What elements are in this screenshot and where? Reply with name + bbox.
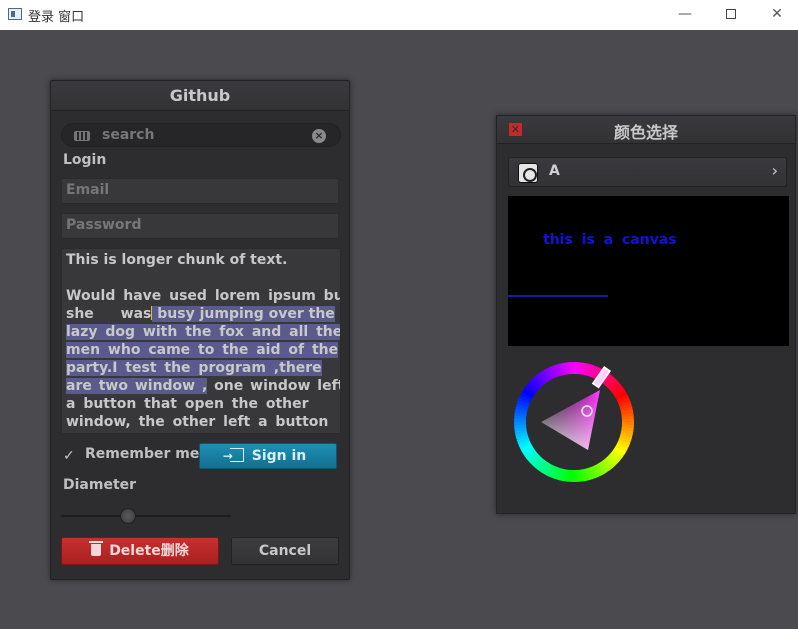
hue-segment [570, 362, 575, 375]
hue-segment [573, 469, 578, 482]
color-wheel[interactable] [513, 361, 635, 483]
login-label: Login [63, 152, 107, 168]
color-selector-row[interactable]: A › [508, 157, 787, 187]
search-input[interactable]: search × [61, 123, 341, 147]
clear-icon[interactable]: × [312, 129, 326, 143]
password-field[interactable]: Password [61, 213, 339, 239]
delete-button[interactable]: Delete删除 [61, 537, 219, 565]
color-picker-header[interactable]: ✕ 颜色选择 [497, 116, 795, 144]
cancel-button[interactable]: Cancel [231, 537, 339, 565]
search-placeholder: search [102, 127, 155, 143]
signin-label: Sign in [251, 448, 307, 464]
text-line: window, the other left a button [66, 414, 329, 430]
delete-label: Delete删除 [109, 543, 189, 559]
diameter-slider-track[interactable] [61, 515, 231, 517]
signin-button[interactable]: Sign in [199, 443, 337, 469]
keyboard-icon [74, 131, 90, 141]
text-line: party.I test the program ,there [66, 360, 322, 376]
remember-checkbox[interactable]: ✓ [63, 449, 77, 463]
diameter-slider-handle[interactable] [120, 508, 136, 524]
trash-icon [89, 541, 104, 556]
maximize-button[interactable] [708, 0, 754, 30]
app-icon [8, 8, 22, 20]
text-line: lazy dog with the fox and all the [66, 324, 341, 340]
chevron-right-icon: › [771, 161, 778, 180]
login-panel-header[interactable]: Github [51, 81, 349, 111]
hue-segment [621, 418, 634, 423]
text-line: This is longer chunk of text. [66, 252, 288, 268]
remember-label: Remember me [85, 446, 200, 462]
window-title: 登录 窗口 [28, 10, 85, 25]
color-selector-label: A [549, 163, 560, 179]
canvas-text: this is a canvas [543, 232, 677, 248]
window-titlebar: 登录 窗口 — ✕ [0, 0, 798, 30]
text-line [66, 269, 336, 287]
minimize-button[interactable]: — [662, 0, 708, 30]
text-line: she was busy jumping over the [66, 306, 335, 322]
text-area[interactable]: This is longer chunk of text. Would have… [61, 248, 341, 434]
text-line: a button that open the other [66, 396, 309, 412]
canvas-line [508, 295, 608, 297]
login-panel: Github search × Login Email Password Thi… [50, 80, 350, 580]
email-field[interactable]: Email [61, 178, 339, 204]
color-picker-title: 颜色选择 [613, 123, 678, 142]
diameter-label: Diameter [63, 477, 137, 493]
hue-segment [514, 421, 527, 426]
maximize-icon [726, 9, 736, 19]
text-line: Would have used lorem ipsum but [66, 288, 341, 304]
close-window-button[interactable]: ✕ [754, 0, 798, 30]
drawing-canvas[interactable]: this is a canvas [508, 196, 789, 346]
login-panel-title: Github [169, 86, 231, 105]
text-line: men who came to the aid of the [66, 342, 339, 358]
color-picker-panel: ✕ 颜色选择 A › this is a canvas [496, 115, 796, 514]
text-line: are two window , one window left [66, 378, 341, 394]
signin-icon [223, 444, 244, 468]
palette-icon [518, 163, 538, 183]
